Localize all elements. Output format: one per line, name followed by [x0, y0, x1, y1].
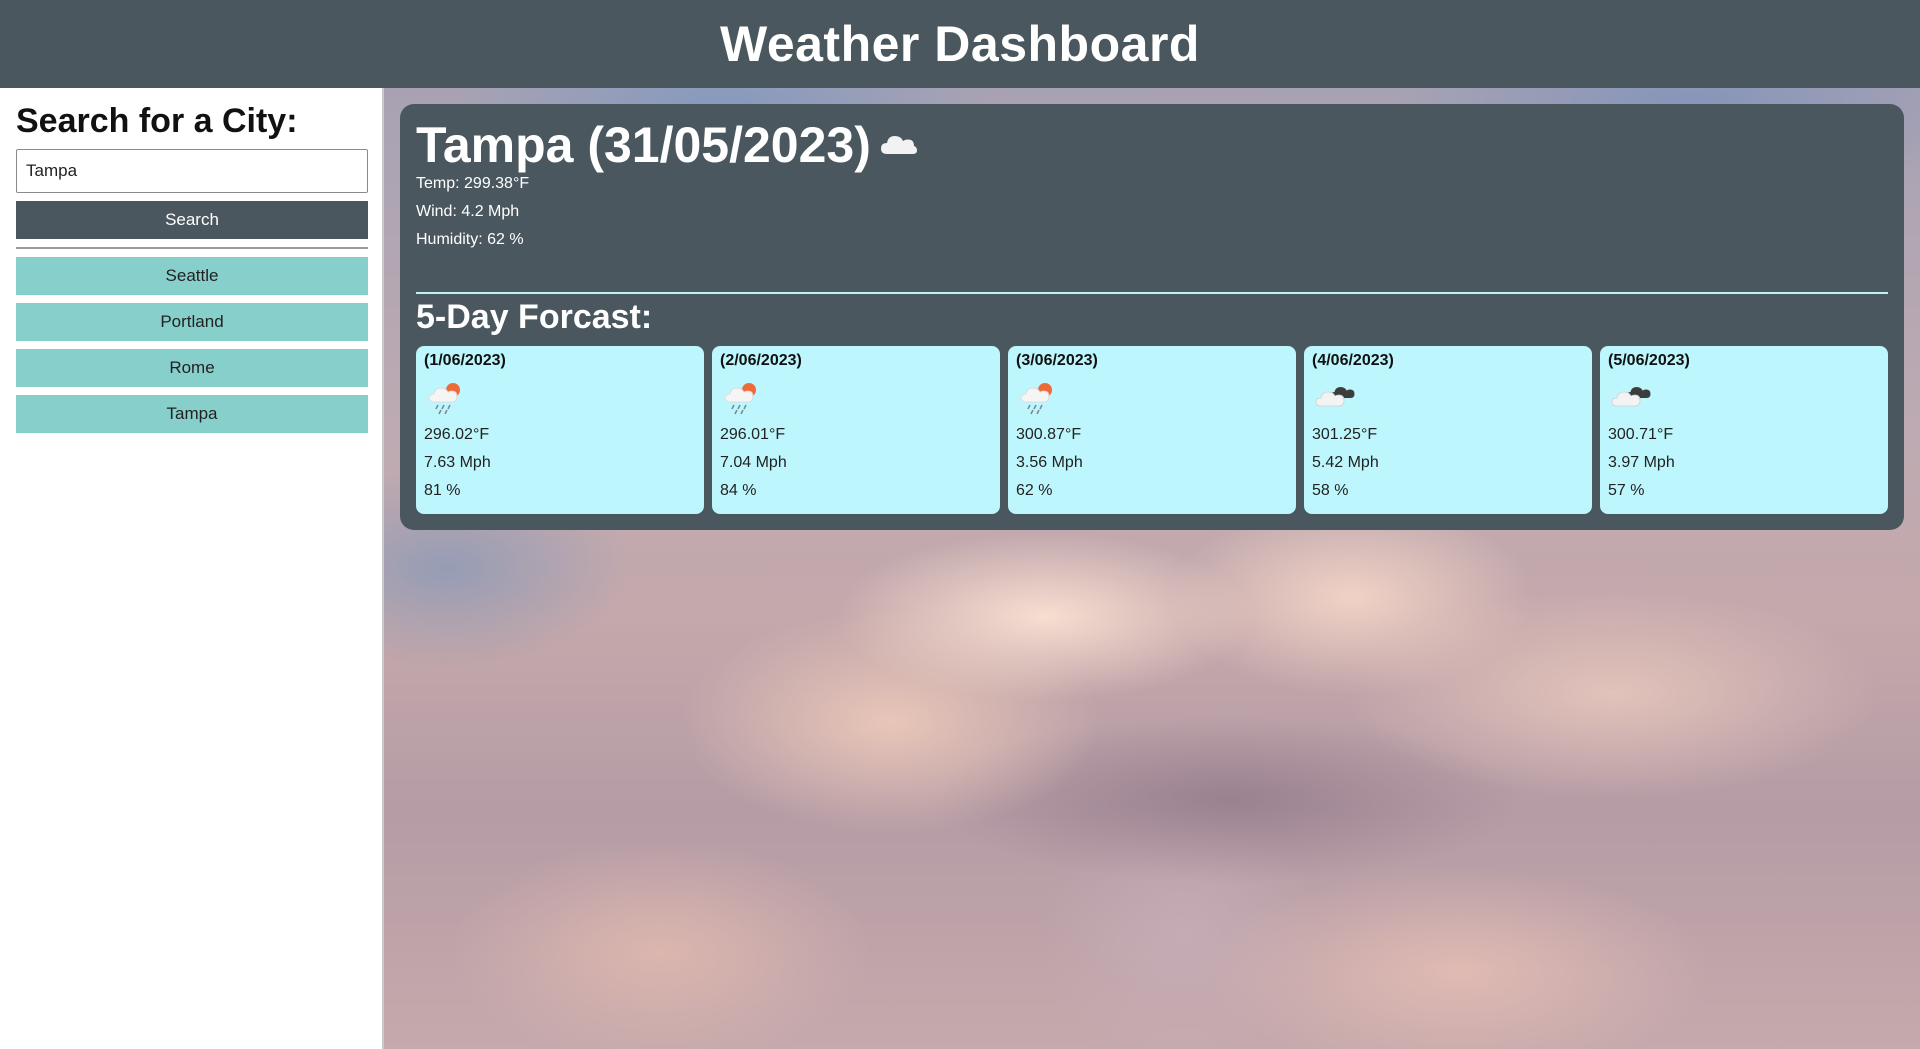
forecast-card: (2/06/2023) 296.01°F 7.04 Mph 84 %	[712, 346, 1000, 514]
forecast-date: (4/06/2023)	[1312, 352, 1394, 369]
panel-divider	[416, 292, 1888, 294]
current-temp: Temp: 299.38°F	[416, 175, 530, 192]
history-button-portland[interactable]: Portland	[16, 303, 368, 341]
broken-clouds-icon	[1611, 387, 1651, 407]
forecast-date: (3/06/2023)	[1016, 352, 1098, 369]
rain-sun-icon	[1020, 383, 1052, 415]
forecast-temp: 296.01°F	[720, 426, 786, 443]
forecast-card: (5/06/2023) 300.71°F 3.97 Mph 57 %	[1600, 346, 1888, 514]
city-search-input[interactable]	[16, 149, 368, 193]
forecast-card: (3/06/2023) 300.87°F 3.56 Mph 62 %	[1008, 346, 1296, 514]
current-wind: Wind: 4.2 Mph	[416, 203, 520, 220]
rain-sun-icon	[428, 383, 460, 415]
forecast-humidity: 58 %	[1312, 482, 1349, 499]
sidebar: Search for a City: Search Seattle Portla…	[0, 88, 384, 1049]
forecast-temp: 300.87°F	[1016, 426, 1082, 443]
weather-panel: Tampa (31/05/2023) Temp: 299.38°F Wind: …	[400, 104, 1904, 530]
forecast-wind: 7.04 Mph	[720, 454, 787, 471]
forecast-humidity: 84 %	[720, 482, 757, 499]
forecast-humidity: 57 %	[1608, 482, 1645, 499]
forecast-temp: 296.02°F	[424, 426, 490, 443]
forecast-humidity: 62 %	[1016, 482, 1053, 499]
forecast-temp: 301.25°F	[1312, 426, 1378, 443]
current-humidity: Humidity: 62 %	[416, 231, 524, 248]
history-button-tampa[interactable]: Tampa	[16, 395, 368, 433]
main-content: Tampa (31/05/2023) Temp: 299.38°F Wind: …	[384, 88, 1920, 1049]
forecast-card: (4/06/2023) 301.25°F 5.42 Mph 58 %	[1304, 346, 1592, 514]
forecast-wind: 7.63 Mph	[424, 454, 491, 471]
forecast-card: (1/06/2023) 296.02°F 7.63 Mph 81 %	[416, 346, 704, 514]
search-heading: Search for a City:	[16, 102, 298, 140]
forecast-temp: 300.71°F	[1608, 426, 1674, 443]
current-city-title: Tampa (31/05/2023)	[416, 116, 917, 174]
search-history: Seattle Portland Rome Tampa	[16, 257, 368, 441]
forecast-date: (2/06/2023)	[720, 352, 802, 369]
forecast-heading: 5-Day Forcast:	[416, 298, 653, 336]
search-button[interactable]: Search	[16, 201, 368, 239]
cloud-icon	[880, 136, 917, 154]
rain-sun-icon	[724, 383, 756, 415]
app-header: Weather Dashboard	[0, 0, 1920, 88]
forecast-humidity: 81 %	[424, 482, 461, 499]
forecast-wind: 3.97 Mph	[1608, 454, 1675, 471]
history-button-seattle[interactable]: Seattle	[16, 257, 368, 295]
current-city-title-text: Tampa (31/05/2023)	[416, 117, 871, 173]
forecast-date: (1/06/2023)	[424, 352, 506, 369]
forecast-cards: (1/06/2023) 296.02°F 7.63 Mph 81 % (2/06…	[416, 346, 1888, 514]
app-title: Weather Dashboard	[720, 16, 1200, 72]
forecast-wind: 3.56 Mph	[1016, 454, 1083, 471]
broken-clouds-icon	[1315, 387, 1355, 407]
forecast-date: (5/06/2023)	[1608, 352, 1690, 369]
history-button-rome[interactable]: Rome	[16, 349, 368, 387]
forecast-wind: 5.42 Mph	[1312, 454, 1379, 471]
sidebar-divider	[16, 247, 368, 249]
